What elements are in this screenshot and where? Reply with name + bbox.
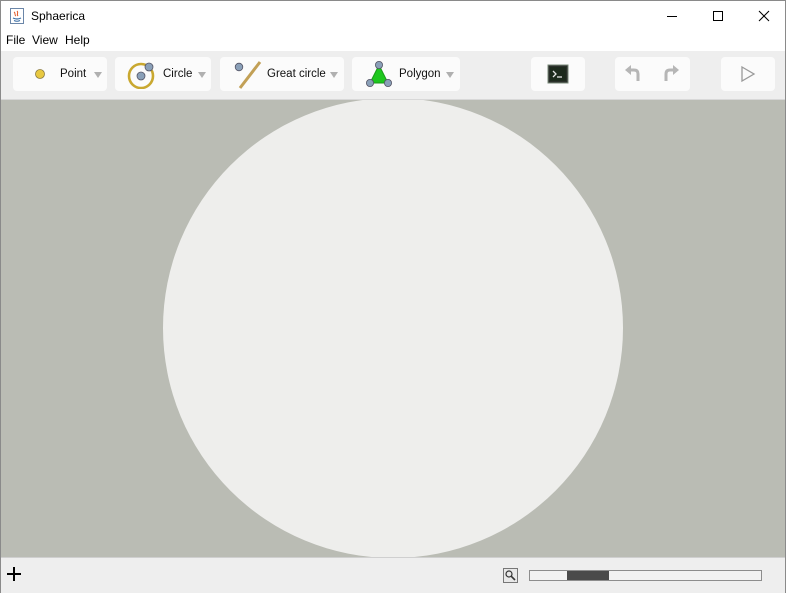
- sphere-disc[interactable]: [163, 100, 623, 557]
- polygon-tool-label: Polygon: [399, 68, 441, 80]
- close-button[interactable]: [741, 1, 786, 31]
- circle-tool-label: Circle: [163, 68, 193, 80]
- menu-bar: File View Help: [1, 31, 785, 51]
- great-circle-tool-label: Great circle: [267, 68, 326, 80]
- play-button[interactable]: [721, 57, 775, 91]
- console-button[interactable]: [531, 57, 585, 91]
- circle-dropdown-icon[interactable]: [198, 72, 206, 78]
- undo-icon[interactable]: [623, 64, 643, 84]
- point-dropdown-icon[interactable]: [94, 72, 102, 78]
- magnifier-icon: [505, 570, 516, 581]
- minimize-button[interactable]: [649, 1, 695, 31]
- great-circle-icon: [234, 61, 262, 89]
- circle-tool-button[interactable]: Circle: [115, 57, 211, 91]
- java-app-icon: [10, 8, 24, 24]
- title-bar[interactable]: Sphaerica: [1, 1, 785, 31]
- menu-file[interactable]: File: [6, 33, 25, 47]
- sphere-canvas[interactable]: [1, 100, 785, 557]
- point-tool-button[interactable]: Point: [13, 57, 107, 91]
- circle-icon: [127, 62, 155, 89]
- point-tool-label: Point: [60, 68, 87, 80]
- maximize-button[interactable]: [695, 1, 741, 31]
- play-icon: [741, 65, 756, 83]
- great-circle-dropdown-icon[interactable]: [330, 72, 338, 78]
- polygon-icon: [366, 61, 392, 87]
- redo-icon[interactable]: [661, 64, 681, 84]
- close-icon: [758, 10, 770, 22]
- zoom-slider-thumb[interactable]: [567, 571, 609, 580]
- polygon-tool-button[interactable]: Polygon: [352, 57, 460, 91]
- point-icon: [35, 69, 45, 79]
- undo-redo-group: [615, 57, 690, 91]
- terminal-icon: [547, 64, 569, 84]
- menu-help[interactable]: Help: [65, 33, 90, 47]
- menu-view[interactable]: View: [32, 33, 58, 47]
- maximize-icon: [713, 11, 723, 21]
- polygon-dropdown-icon[interactable]: [446, 72, 454, 78]
- add-icon[interactable]: [5, 565, 23, 583]
- zoom-slider[interactable]: [529, 570, 762, 581]
- zoom-tool-icon[interactable]: [503, 568, 518, 583]
- minimize-icon: [667, 16, 677, 17]
- status-bar: [1, 557, 785, 593]
- great-circle-tool-button[interactable]: Great circle: [220, 57, 344, 91]
- window-title: Sphaerica: [31, 9, 86, 23]
- toolbar: Point Circle Great circle Polygon: [1, 51, 785, 100]
